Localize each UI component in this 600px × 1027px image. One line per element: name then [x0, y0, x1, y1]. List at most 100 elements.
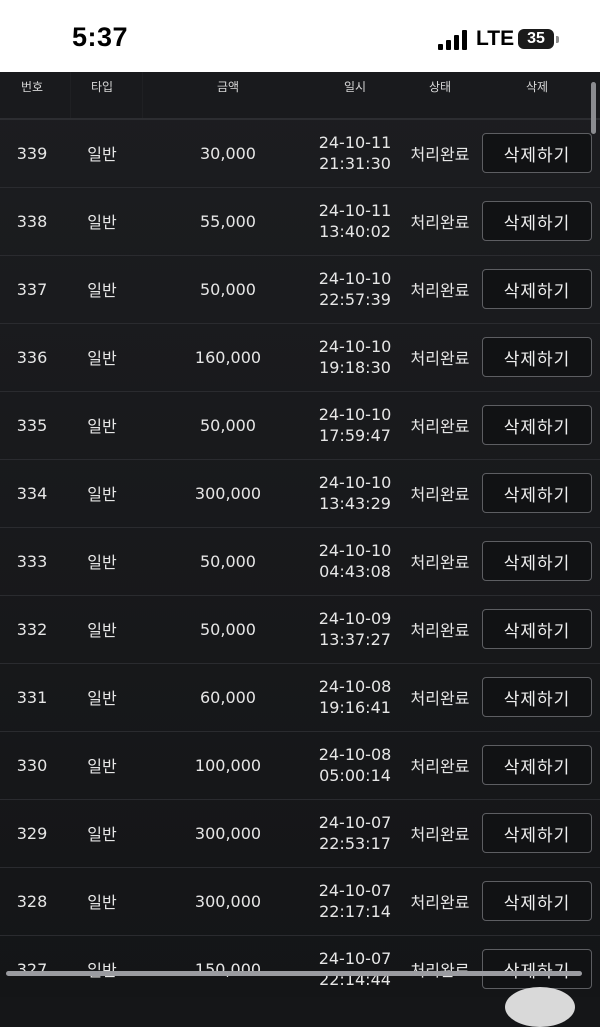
row-amount: 50,000 [200, 279, 256, 299]
delete-button[interactable]: 삭제하기 [482, 473, 592, 513]
row-datetime: 24-10-10 22:57:39 [300, 255, 410, 323]
row-datetime: 24-10-11 21:31:30 [300, 119, 410, 187]
header-datetime: 일시 [343, 80, 367, 94]
delete-button[interactable]: 삭제하기 [482, 269, 592, 309]
row-type: 일반 [87, 757, 117, 776]
row-delete-cell: 삭제하기 [478, 731, 596, 799]
status-bar: 5:37 LTE 35 [0, 0, 600, 72]
row-time: 21:31:30 [319, 154, 391, 173]
row-status: 처리완료 [410, 621, 470, 640]
row-number: 328 [16, 891, 48, 911]
row-date: 24-10-11 [318, 133, 392, 152]
row-date: 24-10-07 [318, 949, 392, 968]
row-time: 13:40:02 [319, 222, 391, 241]
row-status: 처리완료 [410, 281, 470, 300]
row-status: 처리완료 [410, 213, 470, 232]
row-number: 339 [16, 143, 48, 163]
row-delete-cell: 삭제하기 [478, 527, 596, 595]
row-time: 22:17:14 [319, 902, 391, 921]
table-row: 331 일반 60,000 24-10-08 19:16:41 처리완료 삭제하기 [0, 663, 600, 732]
row-amount: 160,000 [194, 347, 262, 367]
row-status: 처리완료 [410, 757, 470, 776]
table-row: 327 일반 150,000 24-10-0722:14:44처리완료삭제하기 [0, 935, 600, 997]
row-status: 처리완료 [410, 485, 470, 504]
row-amount: 150,000 [194, 959, 262, 979]
row-amount: 50,000 [200, 551, 256, 571]
delete-button[interactable]: 삭제하기 [482, 881, 592, 921]
battery-icon: 35 [518, 29, 559, 49]
table-row: 339 일반 30,000 24-10-11 21:31:30 처리완료 삭제하기 [0, 119, 600, 188]
row-delete-cell: 삭제하기 [478, 391, 596, 459]
table-row: 336 일반 160,000 24-10-10 19:18:30 처리완료 삭제하기 [0, 323, 600, 392]
row-number: 334 [16, 483, 48, 503]
row-date: 24-10-10 [318, 405, 392, 424]
horizontal-scrollbar[interactable] [6, 971, 582, 976]
delete-button[interactable]: 삭제하기 [482, 949, 592, 989]
row-datetime: 24-10-07 22:53:17 [300, 799, 410, 867]
row-type: 일반 [87, 689, 117, 708]
row-type: 일반 [87, 349, 117, 368]
row-number: 329 [16, 823, 48, 843]
delete-button[interactable]: 삭제하기 [482, 609, 592, 649]
table-row: 338 일반 55,000 24-10-11 13:40:02 처리완료 삭제하기 [0, 187, 600, 256]
row-type: 일반 [87, 553, 117, 572]
delete-button[interactable]: 삭제하기 [482, 677, 592, 717]
header-delete: 삭제 [525, 80, 549, 94]
delete-button[interactable]: 삭제하기 [482, 133, 592, 173]
delete-button[interactable]: 삭제하기 [482, 337, 592, 377]
delete-button[interactable]: 삭제하기 [482, 405, 592, 445]
header-type: 타입 [90, 80, 114, 94]
delete-button[interactable]: 삭제하기 [482, 813, 592, 853]
row-status: 처리완료 [410, 553, 470, 572]
table-row: 335 일반 50,000 24-10-10 17:59:47 처리완료 삭제하기 [0, 391, 600, 460]
row-type: 일반 [87, 485, 117, 504]
table-row: 334 일반 300,000 24-10-10 13:43:29 처리완료 삭제하기 [0, 459, 600, 528]
row-datetime: 24-10-10 17:59:47 [300, 391, 410, 459]
row-date: 24-10-11 [318, 201, 392, 220]
row-date: 24-10-07 [318, 881, 392, 900]
row-amount: 300,000 [194, 891, 262, 911]
row-status: 처리완료 [410, 349, 470, 368]
row-status: 처리완료 [410, 893, 470, 912]
row-time: 19:16:41 [319, 698, 391, 717]
row-delete-cell: 삭제하기 [478, 323, 596, 391]
status-time: 5:37 [72, 22, 129, 52]
row-number: 331 [16, 687, 48, 707]
row-datetime: 24-10-08 19:16:41 [300, 663, 410, 731]
vertical-scrollbar[interactable] [591, 82, 596, 134]
table-row: 333 일반 50,000 24-10-10 04:43:08 처리완료 삭제하기 [0, 527, 600, 596]
floating-button[interactable] [505, 987, 575, 1027]
table-row: 332 일반 50,000 24-10-09 13:37:27 처리완료 삭제하기 [0, 595, 600, 664]
header-no: 번호 [20, 80, 44, 94]
delete-button[interactable]: 삭제하기 [482, 201, 592, 241]
row-status: 처리완료 [410, 145, 470, 164]
row-datetime: 24-10-11 13:40:02 [300, 187, 410, 255]
row-amount: 55,000 [200, 211, 256, 231]
row-type: 일반 [87, 417, 117, 436]
row-delete-cell: 삭제하기 [478, 459, 596, 527]
header-amount: 금액 [216, 80, 240, 94]
table-row: 330 일반 100,000 24-10-08 05:00:14 처리완료 삭제하기 [0, 731, 600, 800]
row-delete-cell: 삭제하기 [478, 187, 596, 255]
row-amount: 300,000 [194, 823, 262, 843]
row-type: 일반 [70, 935, 134, 997]
row-status: 처리완료 [410, 417, 470, 436]
row-type: 일반 [87, 621, 117, 640]
table-header: 번호 타입 금액 일시 상태 삭제 [0, 72, 600, 120]
row-type: 일반 [87, 145, 117, 164]
delete-button[interactable]: 삭제하기 [482, 745, 592, 785]
row-status: 처리완료 [410, 689, 470, 708]
row-time: 19:18:30 [319, 358, 391, 377]
row-type: 일반 [87, 893, 117, 912]
row-number: 330 [16, 755, 48, 775]
row-date: 24-10-10 [318, 337, 392, 356]
delete-button[interactable]: 삭제하기 [482, 541, 592, 581]
row-datetime: 24-10-09 13:37:27 [300, 595, 410, 663]
row-number: 336 [16, 347, 48, 367]
row-type: 일반 [87, 281, 117, 300]
row-amount: 60,000 [200, 687, 256, 707]
row-number: 335 [16, 415, 48, 435]
row-delete-cell: 삭제하기 [478, 663, 596, 731]
row-date: 24-10-10 [318, 541, 392, 560]
row-time: 13:43:29 [319, 494, 391, 513]
